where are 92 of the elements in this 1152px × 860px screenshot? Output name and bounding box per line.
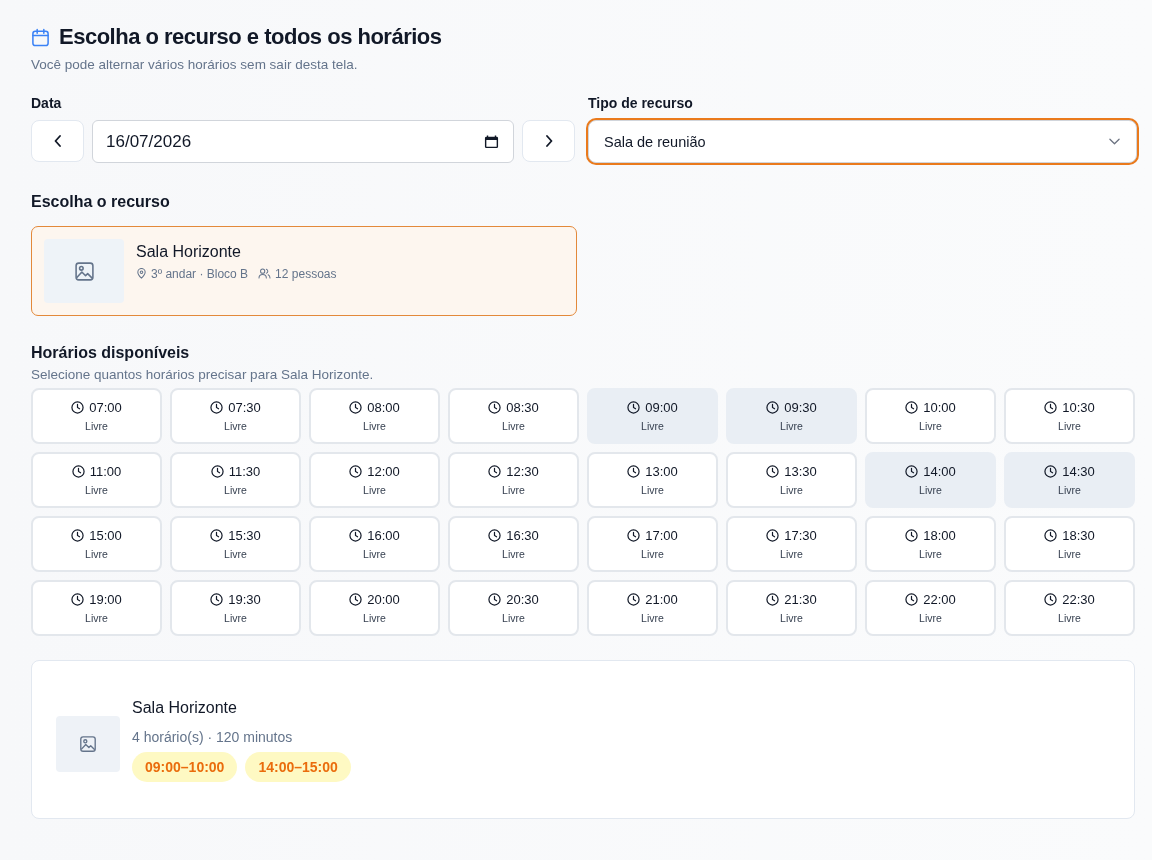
calendar-icon xyxy=(31,27,50,47)
time-slot-button[interactable]: 13:00 Livre xyxy=(587,452,718,508)
chevron-right-icon xyxy=(544,135,553,147)
clock-icon xyxy=(210,593,224,606)
chevron-left-icon xyxy=(53,135,62,147)
time-slot-button[interactable]: 21:00 Livre xyxy=(587,580,718,636)
location-pin-icon xyxy=(136,268,147,279)
time-slot-button[interactable]: 19:30 Livre xyxy=(170,580,301,636)
image-placeholder-icon xyxy=(44,239,124,303)
time-slot-button[interactable]: 11:30 Livre xyxy=(170,452,301,508)
clock-icon xyxy=(905,401,919,414)
time-slot-button[interactable]: 09:30 Livre xyxy=(726,388,857,444)
clock-icon xyxy=(627,401,641,414)
clock-icon xyxy=(905,529,919,542)
section-title: Horários disponíveis xyxy=(31,343,191,363)
resource-type-select[interactable]: Sala de reunião xyxy=(588,120,1137,163)
section-subtitle: Selecione quantos horários precisar para Sala Horizonte. xyxy=(31,366,375,384)
clock-icon xyxy=(210,465,224,478)
time-slot-button[interactable]: 16:00 Livre xyxy=(309,516,440,572)
clock-icon xyxy=(349,401,363,414)
time-slot-button[interactable]: 08:30 Livre xyxy=(448,388,579,444)
time-slot-button[interactable]: 13:30 Livre xyxy=(726,452,857,508)
clock-icon xyxy=(71,529,85,542)
time-range-tag: 09:00–10:00 xyxy=(132,751,238,782)
time-slot-button[interactable]: 22:00 Livre xyxy=(865,580,996,636)
time-slot-button[interactable]: 16:30 Livre xyxy=(448,516,579,572)
time-slot-button[interactable]: 07:00 Livre xyxy=(31,388,162,444)
clock-icon xyxy=(210,529,224,542)
clock-icon xyxy=(349,465,363,478)
time-slot-button[interactable]: 10:00 Livre xyxy=(865,388,996,444)
clock-icon xyxy=(71,593,85,606)
calendar-icon[interactable] xyxy=(484,134,499,149)
clock-icon xyxy=(71,465,85,478)
date-field[interactable]: 16/07/2026 xyxy=(92,120,514,163)
clock-icon xyxy=(766,401,780,414)
clock-icon xyxy=(488,465,502,478)
time-slot-button[interactable]: 09:00 Livre xyxy=(587,388,718,444)
summary-details: 4 horário(s) · 120 minutos xyxy=(132,727,293,746)
clock-icon xyxy=(488,529,502,542)
time-slot-button[interactable]: 18:30 Livre xyxy=(1004,516,1135,572)
time-slot-button[interactable]: 17:00 Livre xyxy=(587,516,718,572)
time-slot-button[interactable]: 08:00 Livre xyxy=(309,388,440,444)
time-slot-button[interactable]: 18:00 Livre xyxy=(865,516,996,572)
clock-icon xyxy=(349,593,363,606)
clock-icon xyxy=(1044,593,1058,606)
clock-icon xyxy=(905,593,919,606)
resource-name: Sala Horizonte xyxy=(136,241,242,262)
image-placeholder-icon xyxy=(56,715,120,772)
time-slot-button[interactable]: 14:00 Livre xyxy=(865,452,996,508)
clock-icon xyxy=(488,593,502,606)
time-slot-button[interactable]: 21:30 Livre xyxy=(726,580,857,636)
clock-icon xyxy=(1044,465,1058,478)
field-label: Data xyxy=(31,95,63,111)
clock-icon xyxy=(766,529,780,542)
field-label: Tipo de recurso xyxy=(588,95,694,111)
page-title: Escolha o recurso e todos os horários xyxy=(59,23,442,51)
page-subtitle: Você pode alternar vários horários sem sair desta tela. xyxy=(31,56,359,74)
clock-icon xyxy=(905,465,919,478)
time-slot-button[interactable]: 15:30 Livre xyxy=(170,516,301,572)
time-slot-button[interactable]: 20:30 Livre xyxy=(448,580,579,636)
time-slot-button[interactable]: 07:30 Livre xyxy=(170,388,301,444)
resource-capacity: 12 pessoas xyxy=(275,266,337,281)
time-slot-button[interactable]: 19:00 Livre xyxy=(31,580,162,636)
clock-icon xyxy=(1044,529,1058,542)
next-day-button[interactable] xyxy=(522,120,575,162)
clock-icon xyxy=(627,593,641,606)
time-slot-button[interactable]: 20:00 Livre xyxy=(309,580,440,636)
people-icon xyxy=(258,268,272,279)
summary-resource-name: Sala Horizonte xyxy=(132,697,237,718)
time-slot-button[interactable]: 22:30 Livre xyxy=(1004,580,1135,636)
time-slot-button[interactable]: 17:30 Livre xyxy=(726,516,857,572)
clock-icon xyxy=(349,529,363,542)
clock-icon xyxy=(71,401,85,414)
clock-icon xyxy=(766,593,780,606)
clock-icon xyxy=(627,465,641,478)
clock-icon xyxy=(627,529,641,542)
time-slot-button[interactable]: 12:00 Livre xyxy=(309,452,440,508)
clock-icon xyxy=(766,465,780,478)
time-range-tag: 14:00–15:00 xyxy=(245,751,351,782)
clock-icon xyxy=(488,401,502,414)
time-slot-button[interactable]: 14:30 Livre xyxy=(1004,452,1135,508)
time-slot-button[interactable]: 12:30 Livre xyxy=(448,452,579,508)
time-slot-button[interactable]: 10:30 Livre xyxy=(1004,388,1135,444)
resource-location: 3º andar · Bloco B xyxy=(151,266,249,281)
clock-icon xyxy=(210,401,224,414)
time-slot-button[interactable]: 11:00 Livre xyxy=(31,452,162,508)
section-title: Escolha o recurso xyxy=(31,192,171,212)
time-slot-button[interactable]: 15:00 Livre xyxy=(31,516,162,572)
previous-day-button[interactable] xyxy=(31,120,84,162)
resource-card[interactable]: Sala Horizonte 3º andar · Bloco B 12 pessoas xyxy=(31,226,577,316)
clock-icon xyxy=(1044,401,1058,414)
chevron-down-icon xyxy=(1109,138,1120,145)
